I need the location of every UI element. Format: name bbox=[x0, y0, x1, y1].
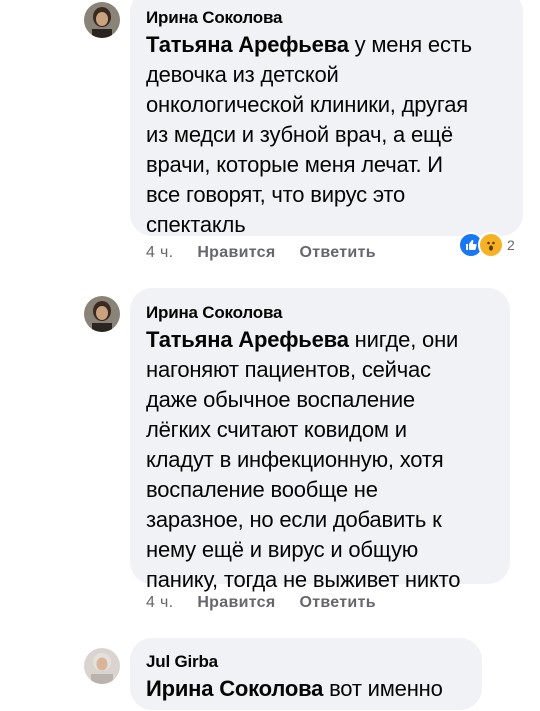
like-button[interactable]: Нравится bbox=[197, 594, 275, 612]
comment-actions: 4 ч. Нравится Ответить bbox=[146, 244, 376, 262]
comment-bubble: Jul Girba Ирина Соколова вот именно bbox=[130, 638, 482, 710]
mention-link[interactable]: Ирина Соколова bbox=[146, 676, 323, 701]
comment-bubble: Ирина Соколова Татьяна Арефьева у меня е… bbox=[130, 0, 523, 237]
avatar[interactable] bbox=[84, 2, 120, 38]
avatar-photo-icon bbox=[84, 2, 120, 38]
reply-button[interactable]: Ответить bbox=[300, 594, 376, 612]
comment-bubble: Ирина Соколова Татьяна Арефьева нигде, о… bbox=[130, 288, 510, 592]
comment-author[interactable]: Jul Girba bbox=[146, 650, 466, 674]
avatar[interactable] bbox=[84, 296, 120, 332]
avatar-photo-icon bbox=[84, 648, 120, 684]
reply-button[interactable]: Ответить bbox=[300, 244, 376, 262]
reaction-count: 2 bbox=[507, 237, 515, 253]
comment-time[interactable]: 4 ч. bbox=[146, 594, 173, 612]
comment-text: Ирина Соколова вот именно bbox=[146, 676, 443, 701]
mention-link[interactable]: Татьяна Арефьева bbox=[146, 327, 349, 352]
like-button[interactable]: Нравится bbox=[197, 244, 275, 262]
avatar-photo-icon bbox=[84, 296, 120, 332]
reaction-summary[interactable]: 2 bbox=[458, 232, 515, 258]
comment-author[interactable]: Ирина Соколова bbox=[146, 301, 494, 325]
avatar[interactable] bbox=[84, 648, 120, 684]
comment-time[interactable]: 4 ч. bbox=[146, 244, 173, 262]
comment-author[interactable]: Ирина Соколова bbox=[146, 6, 507, 30]
comment-text: Татьяна Арефьева нигде, они нагоняют пац… bbox=[146, 327, 461, 592]
comment-text: Татьяна Арефьева у меня есть девочка из … bbox=[146, 32, 472, 237]
wow-icon bbox=[478, 232, 504, 258]
comment-actions: 4 ч. Нравится Ответить bbox=[146, 594, 376, 612]
mention-link[interactable]: Татьяна Арефьева bbox=[146, 32, 349, 57]
